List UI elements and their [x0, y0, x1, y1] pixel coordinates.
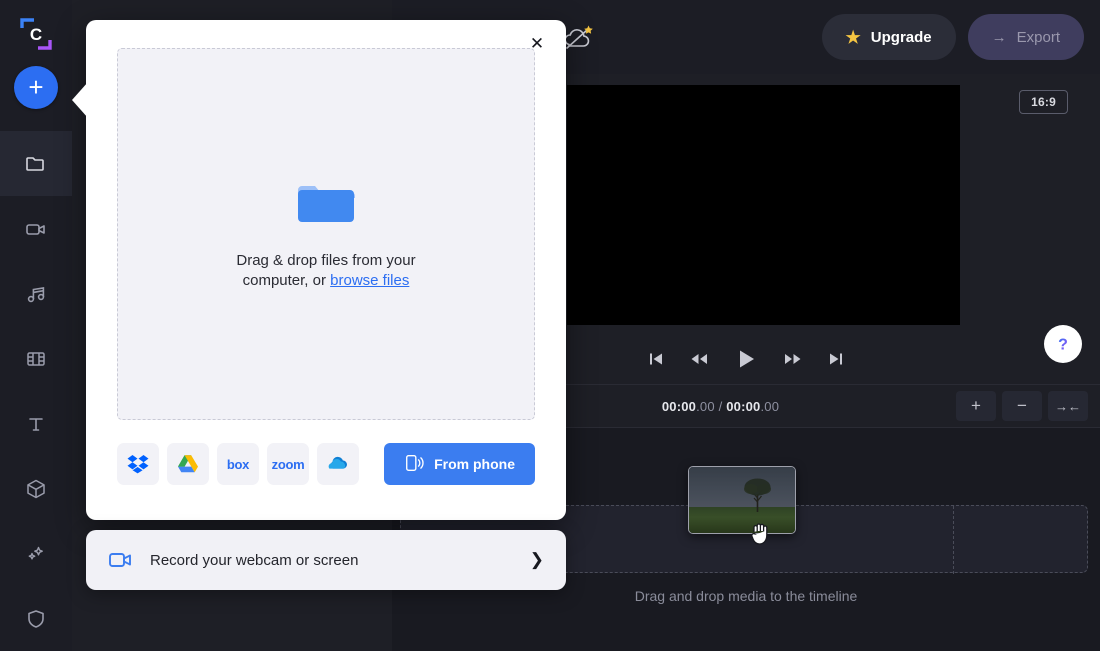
folder-icon [24, 152, 48, 176]
browse-files-link[interactable]: browse files [330, 272, 409, 289]
fit-to-screen-button[interactable]: →← [1048, 391, 1088, 421]
time-separator: / [714, 398, 727, 414]
zoom-in-button[interactable]: + [956, 391, 996, 421]
star-icon: ★ [845, 27, 861, 47]
svg-text:C: C [30, 25, 42, 44]
dropzone-divider [953, 506, 954, 574]
modal-pointer-arrow [72, 82, 88, 118]
film-strip-icon [24, 347, 48, 371]
from-phone-label: From phone [434, 456, 515, 472]
upgrade-button[interactable]: ★ Upgrade [821, 14, 956, 60]
video-camera-icon [108, 550, 134, 570]
onedrive-button[interactable] [317, 443, 359, 485]
question-mark-icon: ? [1058, 337, 1068, 354]
dropzone-line-2: computer, or browse files [236, 271, 415, 291]
sidebar-item-record-create[interactable] [0, 196, 72, 261]
text-t-icon [24, 412, 48, 436]
file-dropzone[interactable]: Drag & drop files from your computer, or… [117, 48, 535, 420]
sidebar-item-brand-kit[interactable] [0, 586, 72, 651]
total-time: 00:00 [726, 398, 761, 414]
clipchamp-logo-icon: C [14, 12, 58, 56]
current-time: 00:00 [661, 398, 697, 414]
current-time-frac: .00 [696, 398, 715, 414]
google-drive-button[interactable] [167, 443, 209, 485]
aspect-ratio-button[interactable]: 16:9 [1019, 90, 1068, 114]
upgrade-label: Upgrade [870, 28, 932, 46]
plus-icon: + [28, 71, 44, 102]
google-drive-icon [178, 455, 198, 473]
chevron-right-icon: ❯ [529, 550, 544, 569]
shield-icon [24, 607, 48, 631]
record-webcam-card[interactable]: Record your webcam or screen ❯ [86, 530, 566, 590]
add-media-button[interactable]: + [14, 66, 58, 109]
box-button[interactable]: box [217, 443, 259, 485]
arrow-right-icon: → [991, 28, 1007, 46]
total-time-frac: .00 [760, 398, 780, 414]
sparkles-icon [24, 542, 48, 566]
grabbing-hand-cursor [751, 523, 768, 545]
dropzone-line-1: Drag & drop files from your [236, 252, 416, 269]
dragged-media-thumbnail[interactable] [688, 466, 796, 534]
record-card-label: Record your webcam or screen [150, 551, 359, 569]
dropzone-text: Drag & drop files from your computer, or… [236, 251, 415, 291]
box-icon: box [226, 456, 250, 472]
play-button[interactable] [734, 347, 758, 371]
skip-to-end-button[interactable] [828, 351, 844, 367]
help-button[interactable]: ? [1044, 325, 1082, 363]
cloud-off-star-icon[interactable] [560, 22, 600, 56]
thumbnail-sky [689, 467, 795, 508]
video-canvas[interactable] [567, 85, 960, 325]
clipchamp-editor: C + ★ Upgrade → Export 16:9 ? 00:00.00 /… [0, 0, 1100, 651]
sidebar-item-list [0, 131, 72, 651]
onedrive-icon [328, 456, 347, 469]
fast-forward-button[interactable] [784, 351, 802, 367]
zoom-out-button[interactable]: − [1002, 391, 1042, 421]
from-phone-button[interactable]: From phone [384, 443, 535, 485]
dropzone-line-2-prefix: computer, or [242, 272, 331, 289]
sidebar-item-text[interactable] [0, 391, 72, 456]
export-button[interactable]: → Export [967, 14, 1084, 60]
cube-3d-icon [24, 477, 48, 501]
dropbox-button[interactable] [117, 443, 159, 485]
cloud-services-list: box zoom [117, 443, 359, 485]
add-media-modal: ✕ Drag & drop files from your computer, … [86, 20, 566, 520]
zoom-controls: + − →← [956, 391, 1088, 421]
sidebar-item-audio[interactable] [0, 261, 72, 326]
export-label: Export [1016, 28, 1060, 46]
phone-signal-icon [404, 453, 424, 476]
music-note-icon [24, 282, 48, 306]
dropbox-icon [127, 455, 149, 474]
sidebar-item-video[interactable] [0, 326, 72, 391]
tree-icon [743, 478, 771, 513]
video-camera-icon [24, 217, 48, 241]
thumbnail-grass [689, 506, 795, 533]
folder-icon [298, 186, 355, 222]
zoom-button[interactable]: zoom [267, 443, 309, 485]
timeline-hint-text: Drag and drop media to the timeline [634, 588, 858, 604]
zoom-icon: zoom [271, 456, 305, 472]
rewind-button[interactable] [690, 351, 708, 367]
sidebar-item-your-media[interactable] [0, 131, 72, 196]
header-actions: ★ Upgrade → Export [821, 0, 1084, 74]
sidebar-item-ai-effects[interactable] [0, 521, 72, 586]
left-sidebar: C + [0, 0, 72, 651]
sidebar-item-graphics[interactable] [0, 456, 72, 521]
skip-to-start-button[interactable] [648, 351, 664, 367]
